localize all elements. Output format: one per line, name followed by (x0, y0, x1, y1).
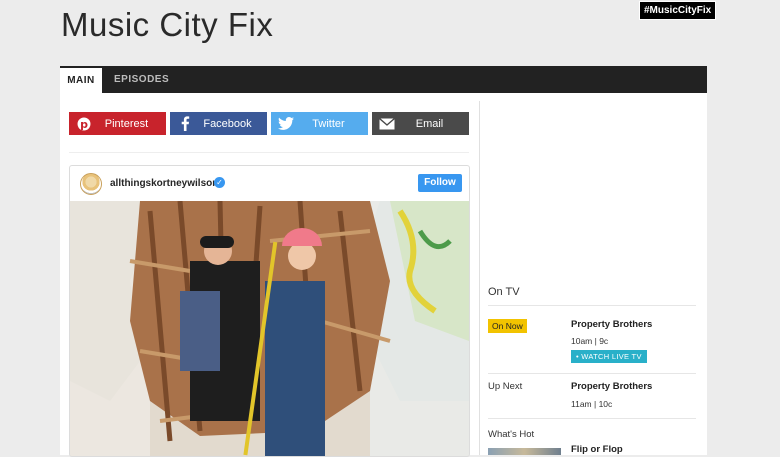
tab-bar: MAIN EPISODES (60, 66, 707, 93)
on-tv-heading: On TV (488, 286, 520, 298)
twitter-label: Twitter (312, 117, 345, 130)
pinterest-share-button[interactable]: p Pinterest (69, 112, 166, 135)
pinterest-icon: p (69, 117, 99, 131)
on-now-show-title[interactable]: Property Brothers (571, 319, 652, 330)
column-divider (479, 101, 480, 455)
whats-hot-thumbnail[interactable] (488, 448, 561, 455)
up-next-show-time: 11am | 10c (571, 399, 613, 409)
facebook-share-button[interactable]: Facebook (170, 112, 267, 135)
email-label: Email (415, 117, 444, 130)
on-tv-panel: On TV On Now Property Brothers 10am | 9c… (488, 93, 707, 455)
instagram-header: allthingskortneywilson ✓ Follow (70, 166, 469, 201)
instagram-photo[interactable] (70, 201, 469, 456)
envelope-icon (372, 117, 402, 130)
svg-text:p: p (80, 118, 88, 131)
email-share-button[interactable]: Email (372, 112, 469, 135)
hashtag-badge[interactable]: #MusicCityFix (639, 1, 717, 20)
watch-live-tv-button[interactable]: • WATCH LIVE TV (571, 350, 647, 363)
up-next-label: Up Next (488, 381, 523, 392)
whats-hot-label: What's Hot (488, 429, 535, 440)
divider (488, 418, 696, 419)
up-next-show-title[interactable]: Property Brothers (571, 381, 652, 392)
on-now-badge: On Now (488, 319, 527, 333)
facebook-label: Facebook (203, 117, 252, 130)
divider (488, 373, 696, 374)
page-title: Music City Fix (61, 6, 274, 43)
divider (488, 305, 696, 306)
main-content: p Pinterest Facebook Twitter Email allth… (60, 93, 707, 457)
facebook-icon (170, 116, 200, 131)
pinterest-label: Pinterest (104, 117, 149, 130)
instagram-username[interactable]: allthingskortneywilson (110, 178, 218, 189)
verified-icon: ✓ (214, 177, 225, 188)
whats-hot-show-title[interactable]: Flip or Flop (571, 444, 623, 455)
instagram-embed: allthingskortneywilson ✓ Follow (69, 165, 470, 457)
on-now-show-time: 10am | 9c (571, 336, 609, 346)
follow-button[interactable]: Follow (418, 174, 462, 192)
avatar[interactable] (80, 173, 102, 195)
tab-episodes[interactable]: EPISODES (106, 66, 177, 93)
tab-main[interactable]: MAIN (60, 66, 102, 93)
divider (69, 152, 469, 153)
twitter-share-button[interactable]: Twitter (271, 112, 368, 135)
twitter-icon (271, 117, 301, 130)
